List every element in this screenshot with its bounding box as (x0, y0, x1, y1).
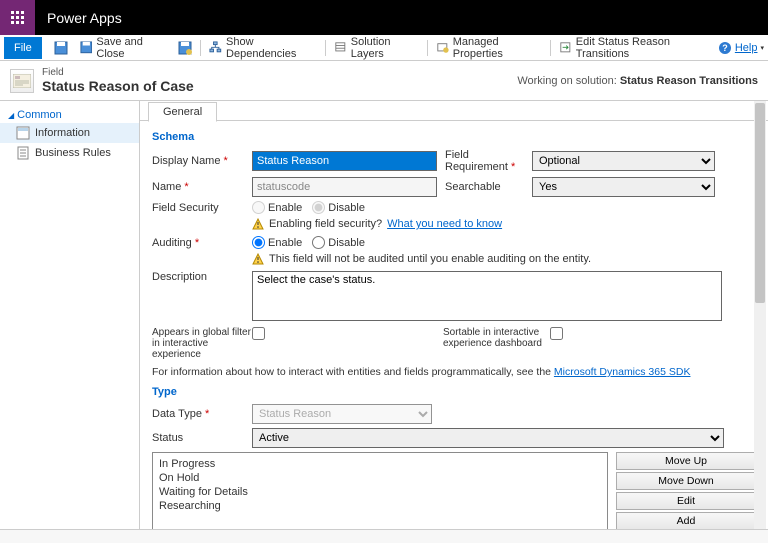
rules-icon (16, 146, 30, 160)
scrollbar-thumb[interactable] (755, 103, 765, 303)
display-name-label: Display Name * (152, 155, 252, 167)
edit-status-transitions-label: Edit Status Reason Transitions (576, 36, 712, 60)
transitions-icon (559, 41, 572, 55)
section-type: Type (152, 386, 756, 398)
edit-status-transitions-button[interactable]: Edit Status Reason Transitions (553, 36, 718, 60)
save-and-close-label: Save and Close (96, 36, 166, 60)
description-field[interactable]: Select the case's status. (252, 271, 722, 321)
status-options-list[interactable]: In Progress On Hold Waiting for Details … (152, 452, 608, 532)
working-on-solution: Working on solution: Status Reason Trans… (517, 75, 758, 87)
managed-props-icon (436, 41, 449, 55)
sortable-dashboard-checkbox[interactable] (550, 327, 563, 340)
description-label: Description (152, 271, 252, 283)
field-security-disable: Disable (312, 201, 365, 214)
entity-icon (10, 69, 34, 93)
warning-icon (252, 218, 264, 230)
sidebar-item-label: Business Rules (35, 147, 111, 159)
help-label: Help (735, 42, 758, 54)
edit-button[interactable]: Edit (616, 492, 756, 510)
help-icon: ? (718, 41, 732, 55)
appears-filter-label: Appears in global filter in interactive … (152, 327, 252, 360)
field-security-warning-text: Enabling field security? (269, 218, 382, 230)
list-item[interactable]: In Progress (159, 457, 601, 471)
datatype-label: Data Type * (152, 408, 252, 420)
dependencies-icon (209, 41, 222, 55)
sidebar-item-business-rules[interactable]: Business Rules (0, 143, 139, 163)
solution-layers-button[interactable]: Solution Layers (328, 36, 425, 60)
datatype-select: Status Reason (252, 404, 432, 424)
tab-general[interactable]: General (148, 102, 217, 122)
sdk-link[interactable]: Microsoft Dynamics 365 SDK (554, 366, 691, 378)
field-security-learn-more-link[interactable]: What you need to know (387, 218, 502, 230)
sortable-dashboard-label: Sortable in interactive experience dashb… (435, 327, 550, 349)
svg-text:?: ? (722, 43, 728, 53)
searchable-select[interactable]: Yes (532, 177, 715, 197)
help-button[interactable]: ? Help ▾ (718, 41, 764, 55)
save-close-icon (80, 41, 93, 55)
searchable-label: Searchable (437, 181, 532, 193)
status-label: Status (152, 432, 252, 444)
list-item[interactable]: On Hold (159, 471, 601, 485)
save-icon (54, 41, 68, 55)
auditing-disable[interactable]: Disable (312, 236, 365, 249)
save-as-button[interactable] (172, 36, 198, 60)
field-requirement-select[interactable]: Optional (532, 151, 715, 171)
solution-layers-label: Solution Layers (351, 36, 419, 60)
managed-properties-button[interactable]: Managed Properties (430, 36, 548, 60)
auditing-label: Auditing * (152, 237, 252, 249)
form-icon (16, 126, 30, 140)
field-security-label: Field Security (152, 202, 252, 214)
save-as-icon (178, 41, 192, 55)
status-bar (0, 529, 768, 543)
sidebar-item-information[interactable]: Information (0, 123, 139, 143)
list-item[interactable]: Waiting for Details (159, 485, 601, 499)
managed-properties-label: Managed Properties (453, 36, 543, 60)
move-up-button[interactable]: Move Up (616, 452, 756, 470)
vertical-scrollbar[interactable]: ▲ ▼ (754, 101, 766, 538)
sdk-info: For information about how to interact wi… (152, 366, 756, 378)
page-title: Status Reason of Case (42, 78, 194, 94)
name-label: Name * (152, 181, 252, 193)
warning-icon (252, 253, 264, 265)
brand-label: Power Apps (35, 10, 122, 26)
appears-filter-checkbox[interactable] (252, 327, 265, 340)
auditing-enable[interactable]: Enable (252, 236, 302, 249)
sidebar-group-common[interactable]: Common (0, 107, 139, 123)
help-dropdown-icon: ▾ (760, 44, 764, 52)
auditing-warning-text: This field will not be audited until you… (269, 253, 591, 265)
name-field (252, 177, 437, 197)
entity-kind: Field (42, 67, 194, 78)
show-dependencies-button[interactable]: Show Dependencies (203, 36, 323, 60)
display-name-field[interactable] (252, 151, 437, 171)
section-schema: Schema (152, 131, 756, 143)
field-requirement-label: Field Requirement * (437, 149, 532, 173)
field-security-enable: Enable (252, 201, 302, 214)
list-item[interactable]: Researching (159, 499, 601, 513)
add-button[interactable]: Add (616, 512, 756, 530)
save-and-close-button[interactable]: Save and Close (74, 36, 173, 60)
sidebar-item-label: Information (35, 127, 90, 139)
file-tab[interactable]: File (4, 37, 42, 59)
move-down-button[interactable]: Move Down (616, 472, 756, 490)
show-dependencies-label: Show Dependencies (226, 36, 317, 60)
app-launcher-icon[interactable] (0, 0, 35, 35)
status-select[interactable]: Active (252, 428, 724, 448)
save-button[interactable] (48, 36, 74, 60)
layers-icon (334, 41, 347, 55)
